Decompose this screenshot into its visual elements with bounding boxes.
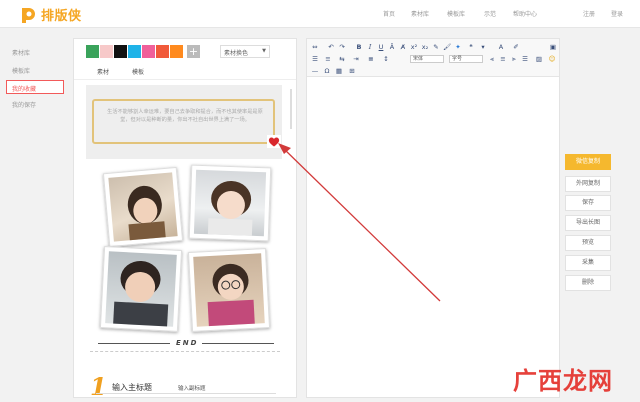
logo-icon [22, 7, 35, 23]
insert-icon[interactable]: ⊞ [348, 67, 356, 75]
ordered-list-icon[interactable]: ☰ [311, 55, 319, 63]
wechat-copy-button[interactable]: 微信复制 [565, 154, 611, 170]
panel-scrollbar[interactable] [290, 89, 292, 129]
nav-item-materials[interactable]: 素材库 [411, 9, 429, 18]
color-swatch-pink[interactable] [100, 45, 113, 58]
highlight-icon[interactable]: ✐ [512, 43, 520, 51]
heading-subtitle: 输入副标题 [178, 386, 206, 392]
emoji-icon[interactable]: ☺ [548, 55, 556, 63]
heading-number: 1 [90, 372, 107, 398]
nav-item-home[interactable]: 首页 [383, 9, 395, 18]
dashed-separator [90, 351, 280, 352]
end-label: END [176, 339, 199, 347]
top-header: 排版侠 首页 素材库 模板库 示范 帮助中心 注册 登录 [0, 0, 640, 28]
tab-divider [74, 79, 296, 80]
color-swatch-black[interactable] [114, 45, 127, 58]
superscript-icon[interactable]: x² [410, 43, 418, 51]
font-color-icon[interactable]: A [497, 43, 505, 51]
preview-button[interactable]: 预览 [565, 235, 611, 251]
photo-bottom-left [99, 246, 183, 332]
align-left-icon[interactable]: ⫷ [488, 55, 496, 63]
subscript-icon[interactable]: x₂ [421, 43, 429, 51]
color-swatch-orange[interactable] [170, 45, 183, 58]
watermark: 广西龙网 [513, 366, 613, 395]
quote-material-card[interactable]: 生活不能够割人幸运难，要自己去争取和提合，而不也其使率是是原堂，但对以是种断的量… [86, 85, 282, 159]
add-color-button[interactable]: + [187, 45, 200, 58]
chevron-down-icon: ▼ [262, 48, 266, 54]
favorite-heart-icon[interactable] [267, 135, 281, 148]
chevron-down-icon[interactable]: ▾ [479, 43, 487, 51]
heading-main-title: 输入主标题 [112, 383, 152, 392]
sidebar-item-material-library[interactable]: 素材库 [12, 48, 30, 57]
sidebar-item-my-favorites[interactable]: 我的收藏 [6, 80, 64, 94]
material-panel: + 素材换色 ▼ 素材 模板 生活不能够割人幸运难，要自己去争取和提合，而不也其… [73, 38, 297, 398]
photo-bottom-right [187, 248, 271, 332]
redo-icon[interactable]: ↷ [338, 43, 346, 51]
heading-underline [96, 393, 276, 394]
line-height-icon[interactable]: ↕ [382, 55, 390, 63]
font-family-select[interactable]: 宋体 [410, 55, 444, 63]
child-portrait-image [207, 263, 255, 327]
child-portrait-image [207, 181, 253, 237]
brush-icon[interactable]: 🖌 [443, 43, 451, 51]
external-copy-button[interactable]: 外网复制 [565, 176, 611, 192]
color-swatch-magenta[interactable] [142, 45, 155, 58]
fullscreen-icon[interactable]: ▣ [549, 43, 557, 51]
tab-templates[interactable]: 模板 [132, 67, 144, 76]
justify-icon[interactable]: ☰ [521, 55, 529, 63]
indent-icon[interactable]: ⇥ [352, 55, 360, 63]
special-char-icon[interactable]: Ω [323, 67, 331, 75]
quote-text: 生活不能够割人幸运难，要自己去争取和提合，而不也其使率是是原堂，但对以是种断的量… [107, 109, 263, 123]
nav-item-examples[interactable]: 示范 [484, 9, 496, 18]
end-divider-left [98, 343, 170, 344]
tab-materials[interactable]: 素材 [97, 67, 109, 76]
table-icon[interactable]: ▦ [335, 67, 343, 75]
text-color-icon[interactable]: ✦ [454, 43, 462, 51]
brand-logo[interactable]: 排版侠 [19, 5, 82, 24]
undo-icon[interactable]: ↶ [327, 43, 335, 51]
photo-top-right [188, 164, 272, 242]
register-link[interactable]: 注册 [583, 9, 595, 18]
clear-format-icon[interactable]: A̸ [399, 43, 407, 51]
photo-collage-material[interactable] [74, 164, 296, 334]
bold-icon[interactable]: B [355, 43, 363, 51]
underline-icon[interactable]: U [377, 43, 385, 51]
rich-text-editor[interactable]: ⇔ ↶ ↷ B I U Ā A̸ x² x₂ ✎ 🖌 ✦ ❝ ▾ A ✐ ▣ ☰… [306, 38, 560, 398]
quote-icon[interactable]: ❝ [467, 43, 475, 51]
horizontal-rule-icon[interactable]: — [311, 67, 319, 75]
end-divider-right [202, 343, 274, 344]
save-button[interactable]: 保存 [565, 195, 611, 211]
image-icon[interactable]: ▨ [535, 55, 543, 63]
editor-toolbar: ⇔ ↶ ↷ B I U Ā A̸ x² x₂ ✎ 🖌 ✦ ❝ ▾ A ✐ ▣ ☰… [307, 39, 559, 77]
align-center-icon[interactable]: ≡ [499, 55, 507, 63]
brand-name: 排版侠 [41, 9, 82, 24]
photo-top-left [102, 166, 184, 248]
recolor-select-label: 素材换色 [224, 50, 249, 57]
color-swatches: + [86, 45, 200, 58]
sidebar-item-template-library[interactable]: 模板库 [12, 66, 30, 75]
nav-item-templates[interactable]: 模板库 [447, 9, 465, 18]
nav-item-help[interactable]: 帮助中心 [513, 9, 537, 18]
export-image-button[interactable]: 导出长图 [565, 215, 611, 231]
source-code-icon[interactable]: ⇔ [311, 43, 319, 51]
child-portrait-image [127, 185, 166, 242]
letter-spacing-icon[interactable]: ⇆ [338, 55, 346, 63]
sidebar-item-my-saved[interactable]: 我的保存 [12, 100, 36, 109]
align-right-icon[interactable]: ⫸ [510, 55, 518, 63]
color-swatch-red[interactable] [156, 45, 169, 58]
font-size-select[interactable]: 字号 [449, 55, 483, 63]
recolor-select[interactable]: 素材换色 ▼ [220, 45, 270, 58]
collect-button[interactable]: 采集 [565, 255, 611, 271]
login-link[interactable]: 登录 [611, 9, 623, 18]
delete-button[interactable]: 删除 [565, 275, 611, 291]
format-painter-icon[interactable]: ✎ [432, 43, 440, 51]
unordered-list-icon[interactable]: ≡ [324, 55, 332, 63]
color-swatch-blue[interactable] [128, 45, 141, 58]
italic-icon[interactable]: I [366, 43, 374, 51]
paragraph-spacing-icon[interactable]: ≣ [367, 55, 375, 63]
child-portrait-image [113, 260, 169, 327]
border-text-icon[interactable]: Ā [388, 43, 396, 51]
color-swatch-green[interactable] [86, 45, 99, 58]
quote-frame: 生活不能够割人幸运难，要自己去争取和提合，而不也其使率是是原堂，但对以是种断的量… [92, 99, 275, 144]
